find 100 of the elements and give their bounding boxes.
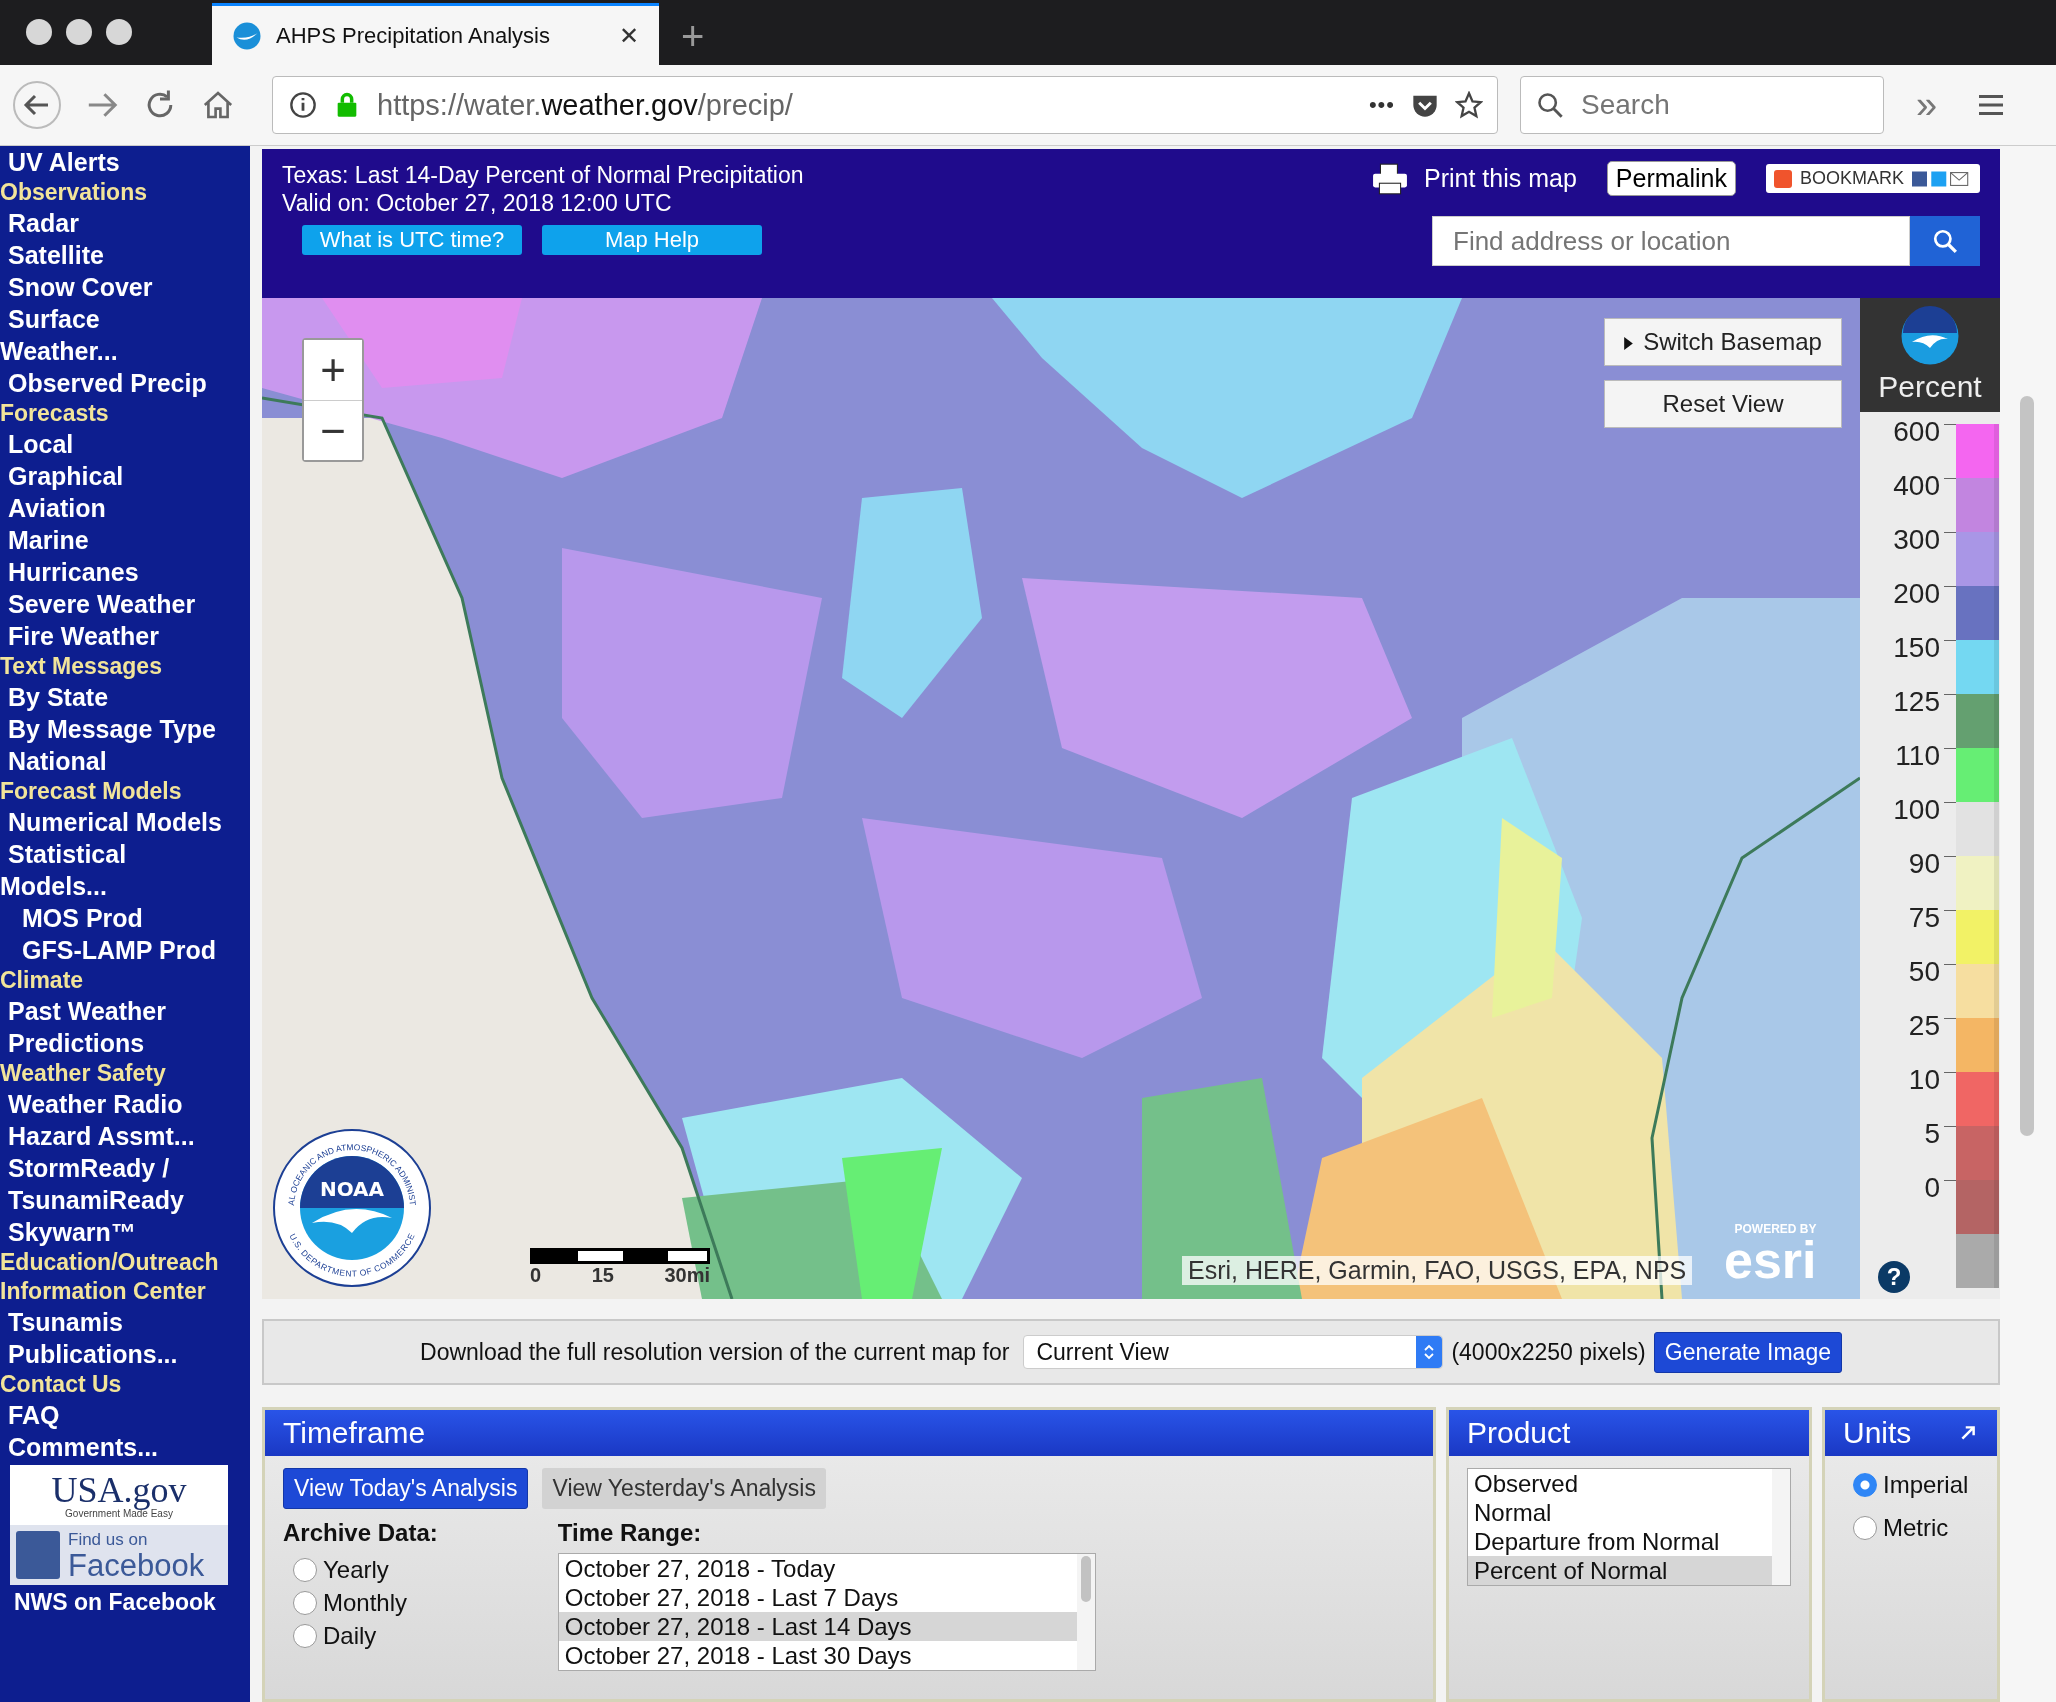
legend-label: 150 [1893, 634, 1940, 662]
archive-data-label: Archive Data: [283, 1519, 438, 1547]
back-icon[interactable] [12, 80, 62, 130]
sidebar-link[interactable]: Publications... [0, 1338, 250, 1370]
sidebar-section-heading: Education/Outreach [0, 1248, 220, 1277]
sidebar-link[interactable]: Graphical [0, 460, 250, 492]
legend-label: 5 [1924, 1120, 1940, 1148]
sidebar-link[interactable]: MOS Prod [0, 902, 250, 934]
list-option[interactable]: October 27, 2018 - Last 30 Days [558, 1641, 1077, 1670]
sidebar-link[interactable]: FAQ [0, 1399, 250, 1431]
sidebar-link[interactable]: Comments... [0, 1431, 250, 1463]
esri-logo: POWERED BY esri [1724, 1222, 1817, 1284]
info-icon[interactable] [289, 91, 317, 119]
radio-button[interactable] [1853, 1472, 1877, 1497]
valid-time: Valid on: October 27, 2018 12:00 UTC [282, 189, 673, 217]
legend-label: 0 [1924, 1174, 1940, 1202]
print-link[interactable]: Print this map [1423, 164, 1577, 193]
sidebar-link[interactable]: NWS on Facebook [0, 1585, 250, 1616]
sidebar-link[interactable]: By State [0, 681, 250, 713]
sidebar-link[interactable]: Models... [0, 870, 250, 902]
sidebar-link[interactable]: Skywarn™ [0, 1216, 250, 1248]
sidebar-link[interactable]: TsunamiReady [0, 1184, 250, 1216]
sidebar-link[interactable]: Weather... [0, 335, 250, 367]
switch-basemap-button[interactable]: Switch Basemap [1604, 318, 1842, 366]
sidebar-link[interactable]: Hazard Assmt... [0, 1120, 250, 1152]
panel-title: Units [1842, 1415, 1913, 1451]
sidebar-link[interactable]: GFS-LAMP Prod [0, 934, 250, 966]
list-option[interactable]: Percent of Normal [1468, 1556, 1772, 1585]
search-button[interactable] [1910, 216, 1980, 266]
sidebar-link[interactable]: StormReady / [0, 1152, 250, 1184]
location-search-field[interactable]: Find address or location [1432, 216, 1910, 266]
legend-label: 200 [1893, 580, 1940, 608]
list-option[interactable]: October 27, 2018 - Last 14 Days [558, 1612, 1077, 1641]
radio-button[interactable] [293, 1557, 317, 1582]
scale-label: 15 [591, 1264, 614, 1287]
close-tab-button[interactable]: ✕ [619, 21, 639, 50]
radio-label: Yearly [323, 1555, 389, 1585]
map-extent-select[interactable]: Current View [1023, 1335, 1444, 1369]
sidebar-link[interactable]: Tsunamis [0, 1306, 250, 1338]
sidebar-link[interactable]: Aviation [0, 492, 250, 524]
overflow-button[interactable]: » [1916, 83, 1938, 127]
window-control-icon[interactable] [26, 19, 52, 45]
sidebar-link[interactable]: Severe Weather [0, 588, 250, 620]
sidebar-section-heading: Forecasts [0, 399, 110, 428]
radio-button[interactable] [293, 1590, 317, 1615]
image-size-text: (4000x2250 pixels) [1451, 1338, 1646, 1366]
sidebar-link[interactable]: Statistical [0, 838, 250, 870]
browser-tab[interactable]: AHPS Precipitation Analysis ✕ [212, 3, 659, 65]
sidebar-link[interactable]: UV Alerts [0, 146, 250, 178]
sidebar-section-heading: Text Messages [0, 652, 163, 681]
sidebar-link[interactable]: Weather Radio [0, 1088, 250, 1120]
list-option[interactable]: Departure from Normal [1468, 1527, 1772, 1556]
sidebar-link[interactable]: National [0, 745, 250, 777]
sidebar-link[interactable]: Surface [0, 303, 250, 335]
browser-search-field[interactable]: Search [1520, 76, 1884, 134]
sidebar-section-heading: Climate [0, 966, 85, 995]
sidebar-link[interactable]: Observed Precip [0, 367, 250, 399]
sidebar-link[interactable]: Predictions [0, 1027, 250, 1059]
star-icon[interactable] [1455, 91, 1483, 119]
list-option[interactable]: Normal [1468, 1498, 1772, 1527]
map-title: Texas: Last 14-Day Percent of Normal Precipitation [282, 161, 804, 189]
sidebar-link[interactable]: Fire Weather [0, 620, 250, 652]
sidebar-section-heading: Forecast Models [0, 777, 183, 806]
zoom-out-button[interactable]: − [304, 400, 362, 460]
sidebar-link[interactable]: Snow Cover [0, 271, 250, 303]
facebook-banner[interactable]: Find us on Facebook [10, 1525, 228, 1585]
permalink-button[interactable]: Permalink [1606, 161, 1736, 196]
list-option[interactable]: October 27, 2018 - Last 7 Days [558, 1583, 1077, 1612]
address-bar[interactable]: https://water.weather.gov/precip/ ••• [272, 76, 1498, 134]
sidebar-link[interactable]: Numerical Models [0, 806, 250, 838]
list-option[interactable]: October 27, 2018 - Today [558, 1554, 1077, 1583]
new-tab-button[interactable]: + [681, 14, 705, 59]
printer-icon[interactable] [1371, 162, 1408, 195]
sidebar-link[interactable]: By Message Type [0, 713, 250, 745]
sidebar-link[interactable]: Past Weather [0, 995, 250, 1027]
analysis-button[interactable]: View Today's Analysis [283, 1468, 529, 1509]
usagov-logo-text: USA.gov [51, 1471, 187, 1508]
sidebar-link[interactable]: Marine [0, 524, 250, 556]
list-option[interactable]: Observed [1468, 1469, 1772, 1498]
reset-view-button[interactable]: Reset View [1604, 380, 1842, 428]
window-control-icon[interactable] [66, 19, 92, 45]
sidebar-link[interactable]: Satellite [0, 239, 250, 271]
radio-button[interactable] [1853, 1515, 1877, 1540]
window-control-icon[interactable] [106, 19, 132, 45]
precipitation-map-drawing[interactable] [262, 298, 1860, 1299]
sidebar-link[interactable]: Local [0, 428, 250, 460]
help-button[interactable]: ? [1878, 1261, 1910, 1293]
analysis-button[interactable]: View Yesterday's Analysis [542, 1468, 826, 1509]
radio-label: Imperial [1883, 1470, 1969, 1500]
radio-button[interactable] [293, 1623, 317, 1648]
download-text: Download the full resolution version of the current map for [420, 1338, 1010, 1366]
generate-image-button[interactable]: Generate Image [1653, 1331, 1842, 1373]
expand-arrow-icon[interactable] [1959, 1424, 1977, 1442]
sidebar-link[interactable]: Hurricanes [0, 556, 250, 588]
sidebar-link[interactable]: Radar [0, 207, 250, 239]
panel-title: Product [1449, 1410, 1809, 1456]
bookmark-button[interactable]: BOOKMARK [1765, 164, 1980, 193]
legend-label: 125 [1893, 688, 1940, 716]
page-actions-button[interactable]: ••• [1368, 92, 1395, 118]
usagov-banner[interactable]: USA.gov Government Made Easy [10, 1465, 228, 1525]
